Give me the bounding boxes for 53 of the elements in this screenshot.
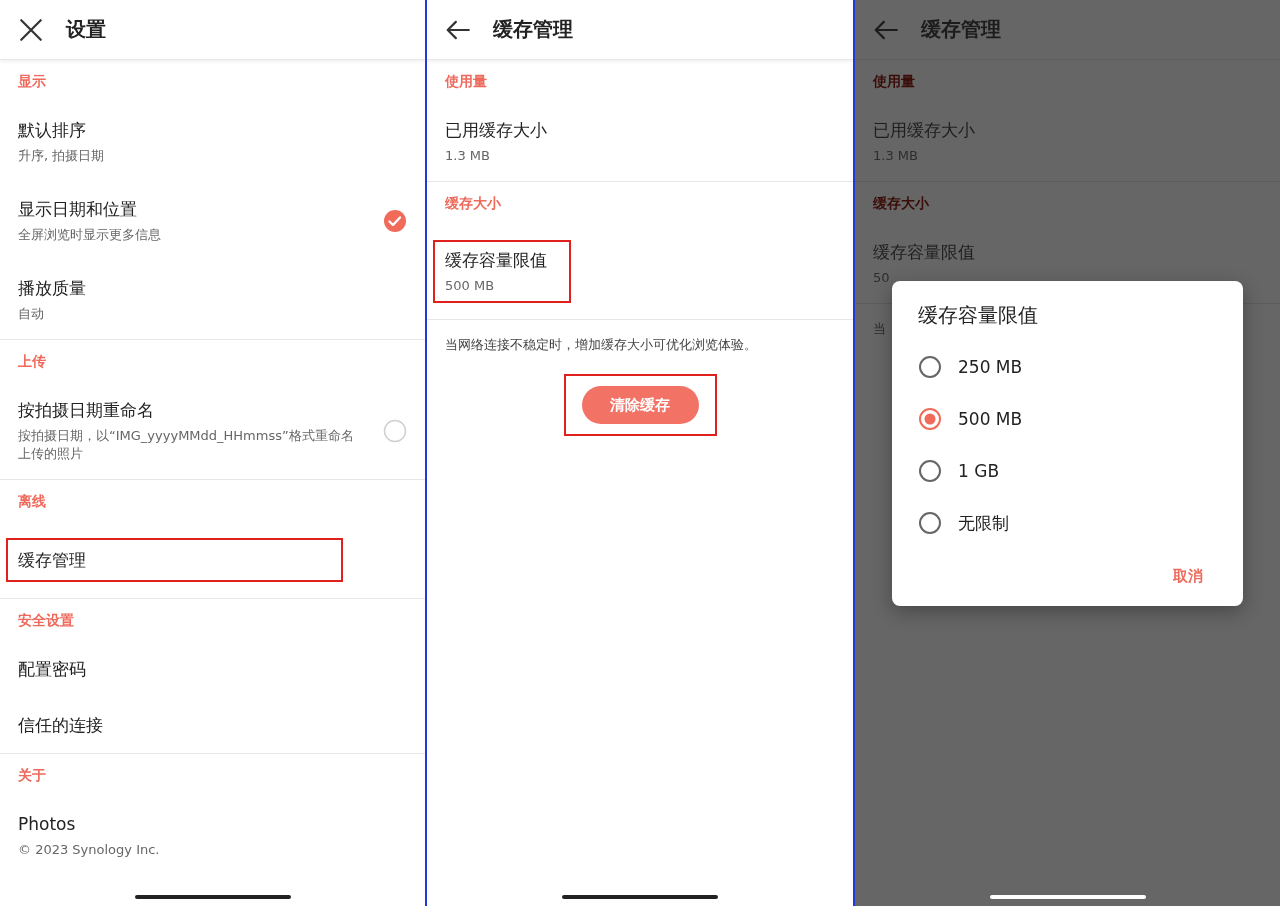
item-title: 缓存管理 <box>18 549 87 572</box>
item-title: 配置密码 <box>18 658 87 681</box>
item-subtitle: 1.3 MB <box>873 147 919 165</box>
settings-row[interactable]: 显示日期和位置 全屏浏览时显示更多信息 <box>0 181 425 260</box>
settings-row[interactable]: 缓存容量限值 500 MB <box>427 224 853 319</box>
screen-title: 设置 <box>66 16 106 43</box>
section-title: 使用量 <box>445 72 487 90</box>
item-subtitle: 自动 <box>18 305 45 323</box>
option-label: 250 MB <box>958 357 1023 377</box>
settings-row[interactable]: 配置密码 <box>0 641 425 697</box>
section-title: 缓存大小 <box>873 194 929 212</box>
settings-row[interactable]: 信任的连接 <box>0 697 425 753</box>
radio-option[interactable]: 250 MB <box>892 341 1243 393</box>
option-label: 500 MB <box>958 409 1023 429</box>
section-title: 缓存大小 <box>445 194 501 212</box>
item-subtitle: 按拍摄日期，以“IMG_yyyyMMdd_HHmmss”格式重命名上传的照片 <box>18 427 355 463</box>
settings-row[interactable]: 播放质量 自动 <box>0 260 425 339</box>
info-text: 当网络连接不稳定时，增加缓存大小可优化浏览体验。 <box>444 336 758 354</box>
section-title: 安全设置 <box>18 611 74 629</box>
settings-row[interactable]: Photos © 2023 Synology Inc. <box>0 796 425 875</box>
item-title: 已用缓存大小 <box>873 119 976 142</box>
item-subtitle: 500 MB <box>445 277 496 295</box>
section-title: 关于 <box>18 766 46 784</box>
item-title: 按拍摄日期重命名 <box>18 399 155 422</box>
section-title: 离线 <box>18 492 46 510</box>
section-title: 显示 <box>18 72 46 90</box>
item-title: 默认排序 <box>18 119 87 142</box>
radio-option[interactable]: 无限制 <box>892 497 1243 549</box>
settings-row[interactable]: 按拍摄日期重命名 按拍摄日期，以“IMG_yyyyMMdd_HHmmss”格式重命名上传的照片 <box>0 382 425 479</box>
item-title: 缓存容量限值 <box>445 249 547 272</box>
item-subtitle: © 2023 Synology Inc. <box>18 841 161 859</box>
screen-title: 缓存管理 <box>493 16 573 43</box>
screen-title: 缓存管理 <box>921 16 1001 43</box>
item-title: 播放质量 <box>18 277 87 300</box>
item-subtitle: 1.3 MB <box>445 147 491 165</box>
option-label: 无限制 <box>958 511 1009 535</box>
item-subtitle: 50 <box>873 269 891 287</box>
settings-row[interactable]: 默认排序 升序, 拍摄日期 <box>0 102 425 181</box>
item-subtitle: 升序, 拍摄日期 <box>18 147 106 165</box>
settings-row[interactable]: 缓存管理 <box>0 522 425 598</box>
option-label: 1 GB <box>958 461 1000 481</box>
radio-option[interactable]: 500 MB <box>892 393 1243 445</box>
item-subtitle: 全屏浏览时显示更多信息 <box>18 226 162 244</box>
item-title: Photos <box>18 813 77 836</box>
item-title: 显示日期和位置 <box>18 198 138 221</box>
item-title: 信任的连接 <box>18 714 104 737</box>
item-title: 已用缓存大小 <box>445 119 548 142</box>
radio-option[interactable]: 1 GB <box>892 445 1243 497</box>
section-title: 使用量 <box>873 72 915 90</box>
item-title: 缓存容量限值 <box>873 241 976 264</box>
section-title: 上传 <box>18 352 46 370</box>
dialog-title: 缓存容量限值 <box>918 303 1038 327</box>
settings-row[interactable]: 已用缓存大小 1.3 MB <box>427 102 853 181</box>
